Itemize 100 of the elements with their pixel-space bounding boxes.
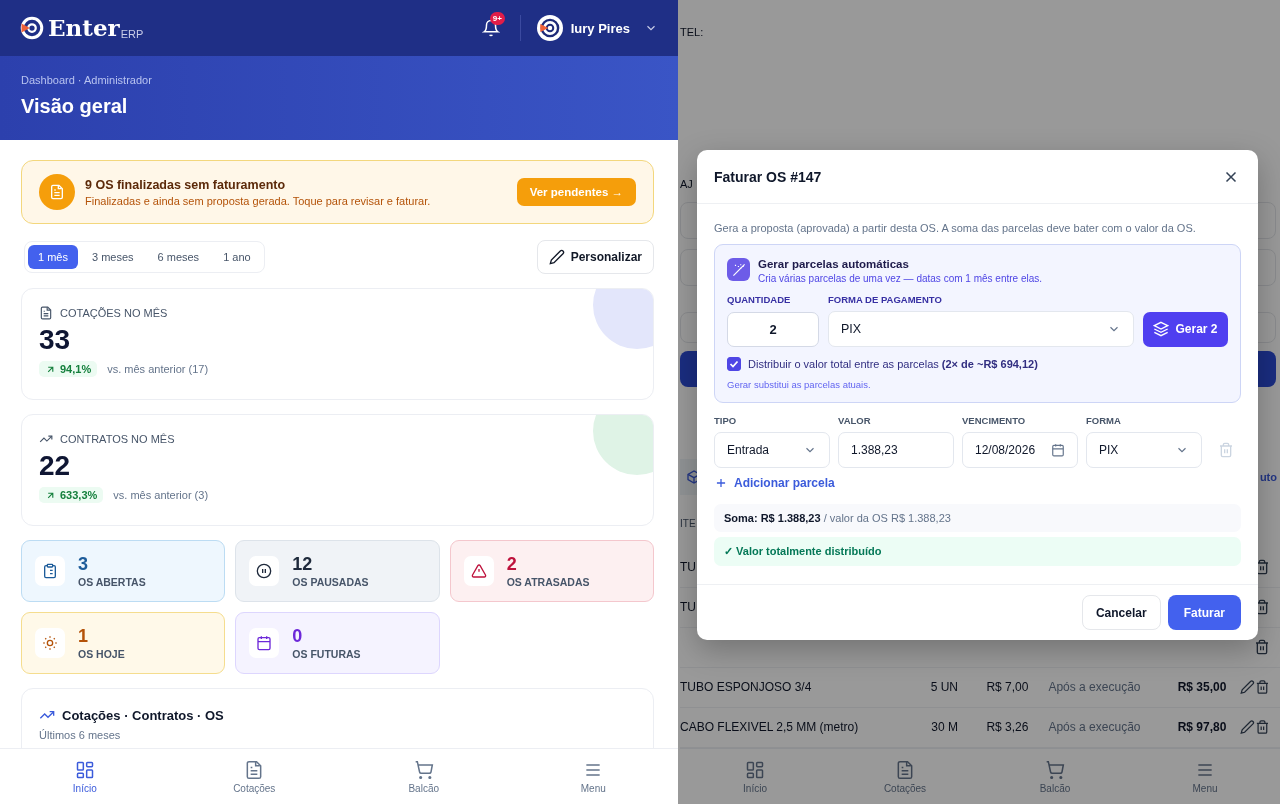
nav-item[interactable]: Balcão <box>980 749 1130 804</box>
panel-subtitle: Cria várias parcelas de uma vez — datas com 1 mês entre elas. <box>758 273 1042 284</box>
user-menu[interactable]: Iury Pires <box>536 15 658 41</box>
tile-label: OS PAUSADAS <box>292 576 369 588</box>
distribute-label: Distribuir o valor total entre as parcelas (2× de ~R$ 694,12) <box>748 358 1038 370</box>
kpi-value: 22 <box>39 450 72 482</box>
page-title: Visão geral <box>21 95 129 118</box>
pencil-icon <box>548 249 565 265</box>
panel-title: Gerar parcelas automáticas <box>758 258 910 270</box>
sum-text: Soma: R$ 1.388,23 / valor da OS R$ 1.388,23 <box>714 504 1241 532</box>
avatar-icon <box>536 15 563 41</box>
type-select[interactable]: Entrada <box>714 432 830 468</box>
quantity-label: QUANTIDADE <box>727 294 792 305</box>
alert-text: Finalizadas e ainda sem proposta gerada. Toque para revisar e faturar. <box>85 194 432 207</box>
generate-button[interactable]: Gerar 2 <box>1143 311 1228 347</box>
item-name: TUBO ESPONJOSO 3/4 <box>680 680 813 695</box>
sun-icon <box>42 635 58 651</box>
payment-method-select[interactable]: PIX <box>828 311 1134 347</box>
unit-price: R$ 3,26 <box>985 720 1029 735</box>
kpi-label: CONTRATOS NO MÊS <box>60 433 175 445</box>
tile-value: 2 <box>506 554 518 574</box>
section-label: AJ <box>680 178 694 192</box>
cart-icon <box>413 759 434 780</box>
calendar-icon <box>1051 443 1065 457</box>
grid-icon <box>745 759 765 780</box>
cancel-button[interactable]: Cancelar <box>1081 595 1161 630</box>
dialog-title: Faturar OS #147 <box>714 168 822 185</box>
edit-icon[interactable] <box>1240 719 1256 736</box>
item-total: R$ 35,00 <box>1176 680 1227 695</box>
item-quantity: 30 M <box>930 720 958 735</box>
nav-item[interactable]: Cotações <box>830 749 980 804</box>
panel-note: Gerar substitui as parcelas atuais. <box>727 379 872 390</box>
breadcrumb: Dashboard · Administrador <box>21 74 153 86</box>
add-installment-link[interactable]: Adicionar parcela <box>714 476 835 490</box>
payment-method-label: FORMA DE PAGAMENTO <box>828 294 943 305</box>
quantity-field[interactable]: 2 <box>727 311 819 347</box>
nav-item[interactable]: Início <box>0 749 170 804</box>
item-name: TU <box>680 600 696 615</box>
billing-text: Após a execução <box>1048 680 1142 695</box>
cart-icon <box>1045 759 1065 780</box>
logo-suffix: ERP <box>120 27 144 41</box>
item-name: CABO FLEXIVEL 2,5 MM (metro) <box>680 720 860 735</box>
nav-item[interactable]: Menu <box>1130 749 1280 804</box>
field-label: VENCIMENTO <box>962 415 1027 426</box>
due-date-field[interactable]: 12/08/2026 <box>962 432 1078 468</box>
status-tile[interactable]: 3 OS ABERTAS <box>21 540 226 602</box>
logo-text: Enter <box>48 15 120 41</box>
layers-icon <box>1153 321 1170 337</box>
tile-value: 1 <box>78 626 89 646</box>
status-tile[interactable]: 0 OS FUTURAS <box>235 612 440 674</box>
status-tile[interactable]: 12 OS PAUSADAS <box>235 540 440 602</box>
tile-value: 12 <box>292 554 314 574</box>
status-message: ✓ Valor totalmente distribuído <box>714 537 1241 566</box>
edit-icon[interactable] <box>1240 679 1256 696</box>
tile-label: OS ABERTAS <box>78 576 146 588</box>
nav-item[interactable]: Cotações <box>169 749 339 804</box>
item-quantity: 5 UN <box>929 680 958 695</box>
amount-field[interactable]: 1.388,23 <box>838 432 954 468</box>
notifications-button[interactable]: 9+ <box>477 15 504 41</box>
tile-label: OS ATRASADAS <box>506 576 590 588</box>
change-badge: 633,3% <box>39 487 104 503</box>
document-icon <box>39 306 53 320</box>
grid-icon <box>74 759 95 780</box>
phone-label: TEL: <box>680 26 705 38</box>
field-label: VALOR <box>838 415 872 426</box>
change-badge: 94,1% <box>39 361 98 377</box>
unit-price: R$ 7,00 <box>985 680 1029 695</box>
tile-value: 3 <box>78 554 89 574</box>
status-tile[interactable]: 1 OS HOJE <box>21 612 226 674</box>
period-tab[interactable]: 6 meses <box>147 245 210 269</box>
tile-label: OS FUTURAS <box>292 648 361 660</box>
plus-icon <box>714 476 728 490</box>
field-label: FORMA <box>1086 415 1122 426</box>
nav-item[interactable]: Início <box>680 749 830 804</box>
document-icon <box>895 759 915 780</box>
chart-title: Cotações · Contratos · OS <box>62 707 224 723</box>
item-name: TU <box>680 560 696 575</box>
nav-item[interactable]: Balcão <box>339 749 509 804</box>
warning-icon <box>470 563 487 579</box>
calendar-icon <box>256 635 273 651</box>
period-tab[interactable]: 3 meses <box>81 245 144 269</box>
method-select[interactable]: PIX <box>1086 432 1202 468</box>
dialog-description: Gera a proposta (aprovada) a partir desta OS. A soma das parcelas deve bater com o valor da OS. <box>714 222 1197 234</box>
alert-title: 9 OS finalizadas sem faturamento <box>85 177 287 192</box>
status-tile[interactable]: 2 OS ATRASADAS <box>449 540 654 602</box>
pause-icon <box>256 563 273 579</box>
tile-value: 0 <box>292 626 304 646</box>
period-tab[interactable]: 1 ano <box>213 245 261 269</box>
distribute-checkbox[interactable] <box>727 357 741 371</box>
item-total: R$ 97,80 <box>1176 720 1227 735</box>
kpi-label: COTAÇÕES NO MÊS <box>60 307 168 319</box>
clipboard-icon <box>42 563 58 579</box>
document-icon <box>49 184 65 200</box>
period-tab[interactable]: 1 mês <box>28 245 78 269</box>
chart-subtitle: Últimos 6 meses <box>39 729 122 741</box>
invoice-button[interactable]: Faturar <box>1167 595 1241 630</box>
nav-item[interactable]: Menu <box>508 749 678 804</box>
customize-button[interactable]: Personalizar <box>536 240 654 274</box>
logo-icon <box>20 16 44 40</box>
check-icon <box>728 358 740 370</box>
